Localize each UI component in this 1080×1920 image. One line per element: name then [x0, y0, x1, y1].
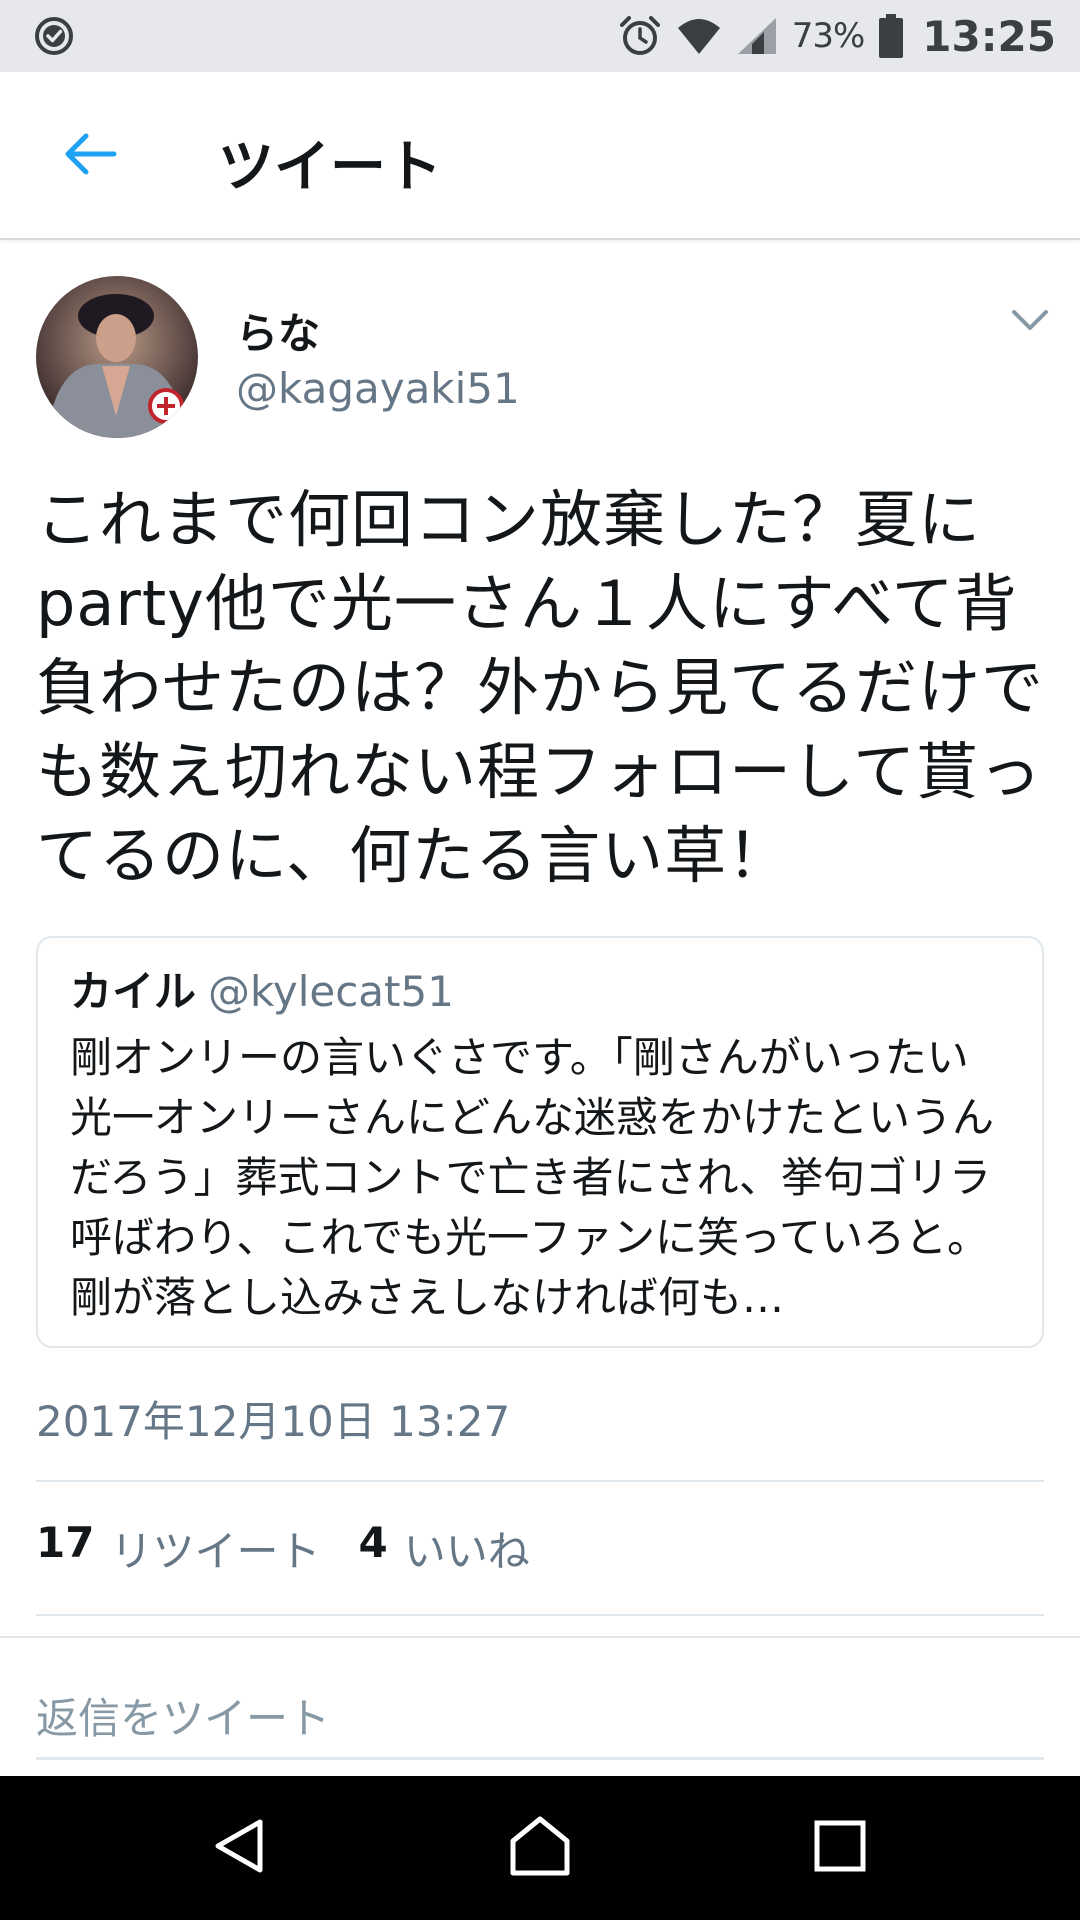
retweet-count[interactable]: 17 リツイート — [36, 1518, 320, 1579]
like-count[interactable]: 4 いいね — [358, 1518, 529, 1579]
quoted-tweet-header: カイル @kylecat51 — [70, 964, 1010, 1020]
battery-percent: 73% — [791, 16, 866, 56]
like-count-label: いいね — [403, 1527, 530, 1576]
home-icon — [507, 1813, 573, 1883]
divider — [36, 1480, 1044, 1482]
signal-icon — [736, 16, 778, 56]
quoted-author-handle: @kylecat51 — [208, 967, 454, 1016]
chevron-down-icon[interactable] — [1006, 302, 1054, 338]
tweet-text: これまで何回コン放棄した？夏にparty他で光一さん１人にすべて背負わせたのは？… — [36, 483, 1045, 892]
nav-home-button[interactable] — [500, 1808, 580, 1888]
recents-square-icon — [812, 1818, 868, 1878]
arrow-left-icon — [62, 132, 118, 180]
battery-icon — [878, 14, 904, 58]
divider — [36, 1614, 1044, 1616]
nav-recents-button[interactable] — [800, 1808, 880, 1888]
back-button[interactable] — [50, 118, 130, 194]
divider — [0, 1636, 1080, 1638]
like-count-number: 4 — [358, 1518, 388, 1567]
alarm-icon — [618, 14, 662, 58]
navigation-bar — [0, 1776, 1080, 1920]
author-name[interactable]: らな — [236, 300, 320, 361]
nav-back-button[interactable] — [200, 1808, 280, 1888]
tweet-timestamp: 2017年12月10日 13:27 — [36, 1397, 511, 1446]
back-triangle-icon — [210, 1816, 270, 1880]
status-bar: 73% 13:25 — [0, 0, 1080, 72]
retweet-count-number: 17 — [36, 1518, 95, 1567]
author-handle[interactable]: @kagayaki51 — [236, 364, 520, 413]
quoted-author-name: カイル — [70, 967, 197, 1016]
reply-input[interactable] — [36, 1680, 1044, 1760]
page-title: ツイート — [218, 135, 442, 200]
check-circle-icon — [34, 16, 74, 56]
status-indicators: 73% 13:25 — [618, 0, 1056, 72]
avatar[interactable] — [36, 276, 198, 438]
retweet-count-label: リツイート — [110, 1527, 321, 1576]
tweet-stats: 17 リツイート 4 いいね — [36, 1518, 530, 1579]
quoted-tweet[interactable]: カイル @kylecat51 剛オンリーの言いぐさです。「剛さんがいったい光一オン… — [36, 936, 1044, 1348]
app-header: ツイート — [0, 72, 1080, 240]
quoted-tweet-text: 剛オンリーの言いぐさです。「剛さんがいったい光一オンリーさんにどんな迷惑をかけた… — [70, 1033, 995, 1322]
wifi-icon — [676, 16, 722, 56]
status-time: 13:25 — [922, 11, 1056, 61]
